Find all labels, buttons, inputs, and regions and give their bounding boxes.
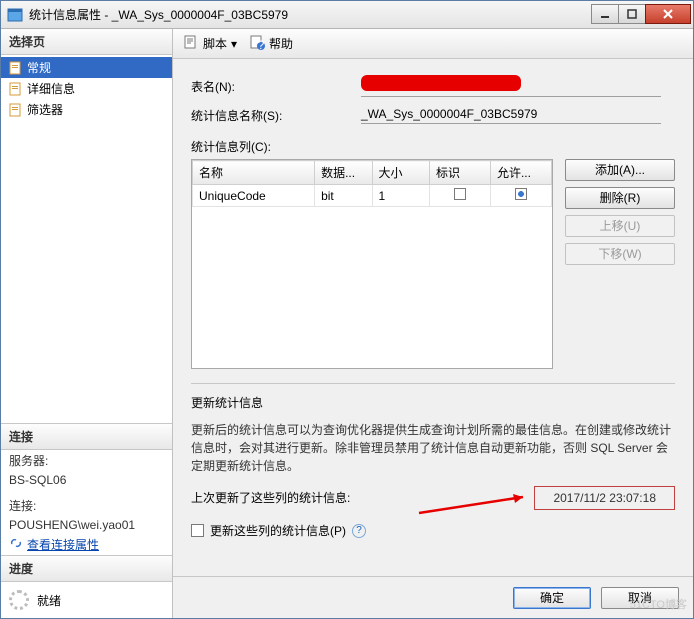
view-connection-props[interactable]: 查看连接属性 bbox=[1, 534, 172, 555]
divider bbox=[191, 383, 675, 384]
dialog-window: 统计信息属性 - _WA_Sys_0000004F_03BC5979 选择页 常… bbox=[0, 0, 694, 619]
columns-label: 统计信息列(C): bbox=[191, 138, 361, 155]
toolbar: 脚本 ▾ ? 帮助 bbox=[173, 29, 693, 59]
cell-flag-checkbox[interactable] bbox=[454, 188, 466, 200]
chevron-down-icon: ▾ bbox=[231, 37, 237, 51]
content: 表名(N): 统计信息名称(S): _WA_Sys_0000004F_03BC5… bbox=[173, 59, 693, 576]
col-flag[interactable]: 标识 bbox=[429, 161, 490, 185]
script-icon bbox=[183, 34, 199, 53]
redacted-value bbox=[361, 75, 521, 91]
link-text: 查看连接属性 bbox=[27, 536, 99, 553]
help-button[interactable]: ? 帮助 bbox=[249, 34, 293, 53]
columns-grid[interactable]: 名称 数据... 大小 标识 允许... UniqueCode bit bbox=[191, 159, 553, 369]
sidebar: 选择页 常规 详细信息 筛选器 连接 服务器: BS-SQ bbox=[1, 29, 173, 618]
page-icon bbox=[7, 81, 23, 97]
col-dtype[interactable]: 数据... bbox=[315, 161, 372, 185]
connection-section: 连接 服务器: BS-SQL06 连接: POUSHENG\wei.yao01 … bbox=[1, 423, 172, 555]
last-update-label: 上次更新了这些列的统计信息: bbox=[191, 489, 350, 506]
up-button: 上移(U) bbox=[565, 215, 675, 237]
cell-size: 1 bbox=[372, 185, 429, 207]
chain-icon bbox=[9, 536, 23, 553]
col-allow[interactable]: 允许... bbox=[490, 161, 551, 185]
ok-button[interactable]: 确定 bbox=[513, 587, 591, 609]
help-hint-icon[interactable]: ? bbox=[352, 524, 366, 538]
connection-label: 连接: bbox=[1, 495, 172, 516]
remove-button[interactable]: 删除(R) bbox=[565, 187, 675, 209]
script-label: 脚本 bbox=[203, 35, 227, 52]
script-button[interactable]: 脚本 ▾ bbox=[183, 34, 237, 53]
page-icon bbox=[7, 102, 23, 118]
help-label: 帮助 bbox=[269, 35, 293, 52]
col-size[interactable]: 大小 bbox=[372, 161, 429, 185]
add-button[interactable]: 添加(A)... bbox=[565, 159, 675, 181]
server-value: BS-SQL06 bbox=[1, 471, 172, 489]
progress-header: 进度 bbox=[1, 556, 172, 582]
progress-status: 就绪 bbox=[37, 592, 61, 609]
cell-name: UniqueCode bbox=[193, 185, 315, 207]
spinner-icon bbox=[9, 590, 29, 610]
update-section-title: 更新统计信息 bbox=[191, 394, 675, 411]
minimize-button[interactable] bbox=[591, 4, 619, 24]
sidebar-item-label: 常规 bbox=[27, 59, 51, 76]
stat-name-label: 统计信息名称(S): bbox=[191, 107, 361, 124]
connection-value: POUSHENG\wei.yao01 bbox=[1, 516, 172, 534]
sidebar-item-filter[interactable]: 筛选器 bbox=[1, 99, 172, 120]
nav-list: 常规 详细信息 筛选器 bbox=[1, 55, 172, 122]
server-label: 服务器: bbox=[1, 450, 172, 471]
stat-name-field[interactable]: _WA_Sys_0000004F_03BC5979 bbox=[361, 107, 661, 124]
app-icon bbox=[7, 7, 23, 23]
sidebar-item-details[interactable]: 详细信息 bbox=[1, 78, 172, 99]
grid-buttons: 添加(A)... 删除(R) 上移(U) 下移(W) bbox=[565, 159, 675, 265]
dialog-footer: 确定 取消 bbox=[173, 576, 693, 618]
cell-dtype: bit bbox=[315, 185, 372, 207]
titlebar[interactable]: 统计信息属性 - _WA_Sys_0000004F_03BC5979 bbox=[1, 1, 693, 29]
main-panel: 脚本 ▾ ? 帮助 表名(N): 统计信息名称(S): _WA_Sys_0000… bbox=[173, 29, 693, 618]
maximize-button[interactable] bbox=[618, 4, 646, 24]
page-icon bbox=[7, 60, 23, 76]
window-controls bbox=[592, 4, 691, 26]
update-checkbox[interactable] bbox=[191, 524, 204, 537]
col-name[interactable]: 名称 bbox=[193, 161, 315, 185]
watermark: 51CTO博客 bbox=[630, 596, 687, 612]
sidebar-item-general[interactable]: 常规 bbox=[1, 57, 172, 78]
table-row[interactable]: UniqueCode bit 1 bbox=[193, 185, 552, 207]
update-info-text: 更新后的统计信息可以为查询优化器提供生成查询计划所需的最佳信息。在创建或修改统计… bbox=[191, 421, 675, 475]
connection-header: 连接 bbox=[1, 424, 172, 450]
annotation-arrow-icon bbox=[415, 491, 535, 519]
cell-allow-checkbox[interactable] bbox=[515, 188, 527, 200]
last-update-value: 2017/11/2 23:07:18 bbox=[534, 486, 675, 510]
svg-text:?: ? bbox=[258, 38, 265, 50]
sidebar-item-label: 筛选器 bbox=[27, 101, 63, 118]
window-title: 统计信息属性 - _WA_Sys_0000004F_03BC5979 bbox=[29, 6, 592, 23]
table-name-field[interactable] bbox=[361, 75, 661, 97]
down-button: 下移(W) bbox=[565, 243, 675, 265]
dialog-body: 选择页 常规 详细信息 筛选器 连接 服务器: BS-SQ bbox=[1, 29, 693, 618]
select-page-header: 选择页 bbox=[1, 29, 172, 55]
close-button[interactable] bbox=[645, 4, 691, 24]
table-name-label: 表名(N): bbox=[191, 78, 361, 95]
progress-section: 进度 就绪 bbox=[1, 555, 172, 618]
sidebar-item-label: 详细信息 bbox=[27, 80, 75, 97]
update-checkbox-label: 更新这些列的统计信息(P) bbox=[210, 522, 346, 539]
help-icon: ? bbox=[249, 34, 265, 53]
